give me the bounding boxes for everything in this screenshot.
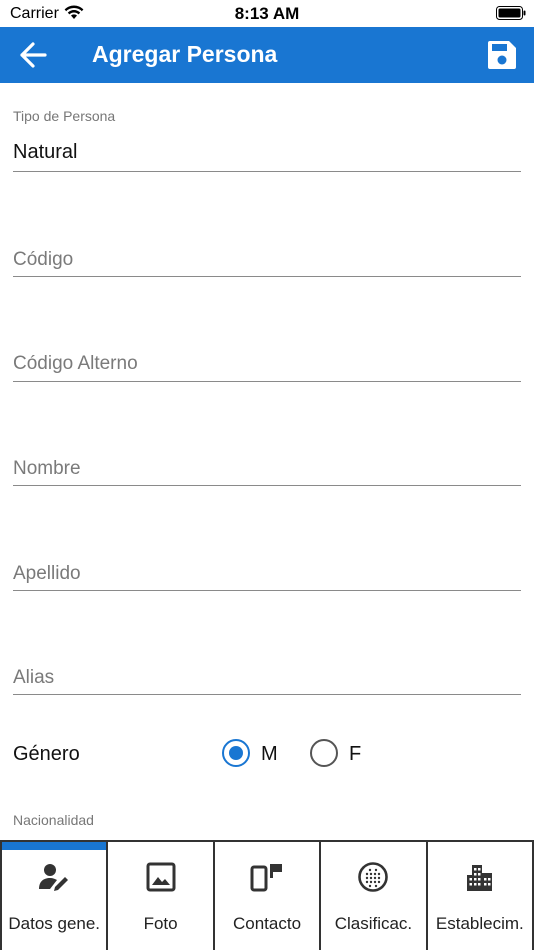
person-edit-icon (37, 860, 71, 894)
page-title: Agregar Persona (92, 41, 278, 67)
tab-datos-generales[interactable]: Datos gene. (0, 842, 109, 950)
floppy-disk-icon (488, 41, 516, 69)
tab-label: Foto (143, 914, 178, 933)
nacionalidad-label: Nacionalidad (13, 812, 94, 828)
tab-label: Contacto (232, 914, 302, 933)
bottom-tab-bar: Datos gene. Foto Contacto Clasificac. Es… (0, 840, 534, 950)
codigo-alterno-underline (13, 381, 521, 382)
codigo-alterno-placeholder: Código Alterno (13, 353, 138, 374)
app-bar: Agregar Persona (0, 27, 534, 83)
genero-f-radio[interactable] (310, 739, 338, 767)
save-button[interactable] (484, 37, 520, 73)
tipo-persona-field[interactable]: Tipo de Persona Natural (13, 105, 521, 175)
alias-placeholder: Alias (13, 667, 55, 688)
tab-clasificacion[interactable]: Clasificac. (321, 842, 428, 950)
alias-underline (13, 694, 521, 695)
genero-f-label[interactable]: F (349, 743, 361, 766)
nombre-placeholder: Nombre (13, 458, 81, 479)
codigo-underline (13, 276, 521, 277)
genero-m-label[interactable]: M (261, 743, 278, 766)
tab-establecimientos[interactable]: Establecim. (427, 842, 534, 950)
apellido-input[interactable]: Apellido (13, 554, 521, 594)
dots-grid-icon (356, 860, 390, 894)
status-bar: Carrier 8:13 AM (0, 0, 534, 27)
tab-contacto[interactable]: Contacto (214, 842, 322, 950)
buildings-icon (463, 860, 497, 894)
codigo-placeholder: Código (13, 249, 74, 270)
image-icon (144, 860, 178, 894)
tab-foto[interactable]: Foto (108, 842, 215, 950)
codigo-input[interactable]: Código (13, 240, 521, 280)
status-time: 8:13 AM (234, 4, 300, 23)
tipo-persona-underline (13, 171, 521, 172)
apellido-placeholder: Apellido (13, 563, 81, 584)
genero-label: Género (13, 743, 80, 765)
back-button[interactable] (14, 37, 52, 73)
alias-input[interactable]: Alias (13, 659, 521, 699)
genero-row: Género M F (13, 735, 521, 773)
arrow-left-icon (20, 42, 47, 68)
nombre-input[interactable]: Nombre (13, 450, 521, 490)
nombre-underline (13, 485, 521, 486)
battery-icon (496, 6, 526, 20)
tab-label: Datos gene. (8, 914, 101, 933)
tipo-persona-value: Natural (13, 141, 78, 163)
tipo-persona-label: Tipo de Persona (13, 108, 116, 124)
devices-icon (250, 860, 284, 894)
tab-label: Establecim. (435, 914, 524, 933)
tab-label: Clasificac. (334, 914, 413, 933)
apellido-underline (13, 590, 521, 591)
codigo-alterno-input[interactable]: Código Alterno (13, 345, 521, 385)
genero-m-radio[interactable] (222, 739, 250, 767)
